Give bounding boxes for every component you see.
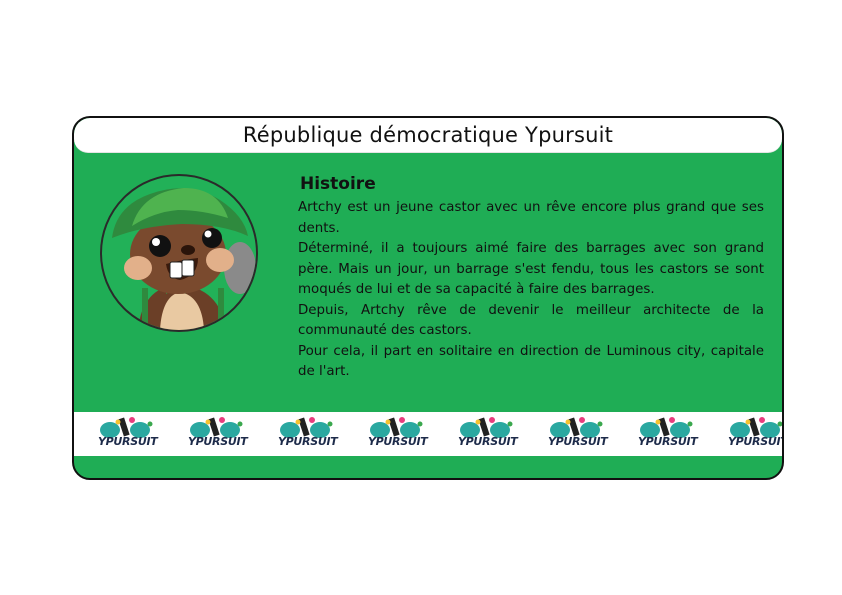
logo-text: YPURSUIT [188, 435, 248, 448]
card-title: République démocratique Ypursuit [242, 123, 614, 147]
logo-text: YPURSUIT [278, 435, 338, 448]
ypursuit-logo-icon: YPURSUIT [454, 414, 544, 454]
story-paragraph: Pour cela, il part en solitaire en direc… [298, 343, 764, 380]
story-text: Artchy est un jeune castor avec un rêve … [298, 198, 764, 383]
logo-text: YPURSUIT [98, 435, 158, 448]
ypursuit-logo-icon: YPURSUIT [274, 414, 364, 454]
ypursuit-logo-icon: YPURSUIT [184, 414, 274, 454]
story-paragraph: Déterminé, il a toujours aimé faire des … [298, 241, 764, 297]
beaver-character-icon [100, 174, 258, 332]
logo-text: YPURSUIT [368, 435, 428, 448]
story-paragraph: Artchy est un jeune castor avec un rêve … [298, 200, 764, 236]
story-paragraph: Depuis, Artchy rêve de devenir le meille… [298, 302, 764, 339]
story-heading: Histoire [300, 174, 376, 194]
ypursuit-logo-icon: YPURSUIT [724, 414, 784, 454]
ypursuit-logo-icon: YPURSUIT [364, 414, 454, 454]
story-card: République démocratique Ypursuit Histoir… [72, 116, 784, 480]
logo-banner: YPURSUIT YPURSUIT YPURSUIT YPURSUIT YPUR… [74, 412, 782, 456]
ypursuit-logo-icon: YPURSUIT [634, 414, 724, 454]
logo-text: YPURSUIT [638, 435, 698, 448]
title-bar: République démocratique Ypursuit [74, 118, 782, 153]
logo-text: YPURSUIT [548, 435, 608, 448]
ypursuit-logo-icon: YPURSUIT [544, 414, 634, 454]
logo-text: YPURSUIT [458, 435, 518, 448]
logo-text: YPURSUIT [728, 435, 784, 448]
ypursuit-logo-icon: YPURSUIT [94, 414, 184, 454]
